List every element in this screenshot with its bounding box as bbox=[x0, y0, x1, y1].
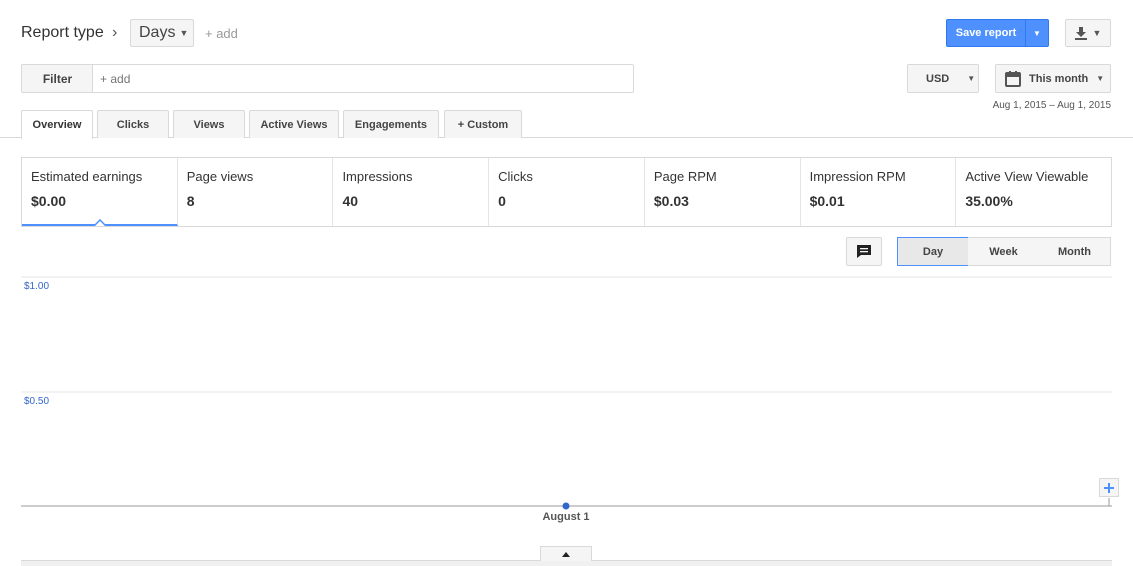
collapse-chart-button[interactable] bbox=[540, 546, 592, 561]
save-report-button[interactable]: Save report ▼ bbox=[946, 19, 1049, 47]
zoom-button[interactable] bbox=[1099, 478, 1119, 497]
tab-custom[interactable]: + Custom bbox=[444, 110, 522, 138]
caret-down-icon: ▼ bbox=[1096, 74, 1105, 83]
metric-value: $0.01 bbox=[809, 193, 845, 209]
metric-active-view-viewable[interactable]: Active View Viewable 35.00% bbox=[956, 158, 1111, 226]
selected-pointer-icon bbox=[94, 219, 106, 226]
breadcrumb-chevron-icon: › bbox=[112, 24, 118, 41]
report-type-label: Report type bbox=[21, 24, 104, 41]
tabs-divider bbox=[0, 137, 1133, 138]
metric-impression-rpm[interactable]: Impression RPM $0.01 bbox=[801, 158, 957, 226]
metric-label: Estimated earnings bbox=[31, 169, 143, 184]
metric-clicks[interactable]: Clicks 0 bbox=[489, 158, 645, 226]
date-range-label: This month bbox=[1029, 72, 1089, 85]
comment-icon bbox=[857, 245, 871, 258]
dimension-dropdown[interactable]: Days ▼ bbox=[130, 19, 194, 47]
download-icon bbox=[1074, 26, 1087, 40]
metric-value: 40 bbox=[342, 193, 359, 209]
granularity-day-button[interactable]: Day bbox=[897, 237, 969, 266]
filter-button[interactable]: Filter bbox=[21, 64, 93, 93]
tab-views[interactable]: Views bbox=[173, 110, 245, 138]
metric-value: 8 bbox=[186, 193, 195, 209]
metric-label: Page views bbox=[186, 169, 254, 184]
tab-engagements[interactable]: Engagements bbox=[343, 110, 439, 138]
tab-clicks[interactable]: Clicks bbox=[97, 110, 169, 138]
caret-up-icon bbox=[562, 551, 570, 557]
tab-active-views[interactable]: Active Views bbox=[249, 110, 339, 138]
caret-down-icon: ▼ bbox=[967, 74, 976, 83]
metric-impressions[interactable]: Impressions 40 bbox=[333, 158, 490, 226]
add-dimension-link[interactable]: + add bbox=[205, 26, 238, 41]
metric-page-views[interactable]: Page views 8 bbox=[178, 158, 334, 226]
currency-dropdown[interactable]: USD ▼ bbox=[907, 64, 979, 93]
caret-down-icon: ▼ bbox=[179, 28, 189, 38]
granularity-week-button[interactable]: Week bbox=[968, 237, 1040, 266]
data-point[interactable] bbox=[562, 502, 570, 510]
download-button[interactable]: ▼ bbox=[1065, 19, 1111, 47]
metrics-scorecard: Estimated earnings $0.00 Page views 8 Im… bbox=[21, 157, 1112, 227]
granularity-month-button[interactable]: Month bbox=[1039, 237, 1111, 266]
metric-label: Impressions bbox=[342, 169, 413, 184]
filter-input[interactable] bbox=[92, 64, 634, 93]
metric-label: Page RPM bbox=[653, 169, 717, 184]
caret-down-icon: ▼ bbox=[1092, 28, 1102, 38]
save-report-label: Save report bbox=[955, 27, 1017, 39]
calendar-icon bbox=[1005, 70, 1021, 87]
tab-overview[interactable]: Overview bbox=[21, 110, 93, 139]
metric-value: 35.00% bbox=[965, 193, 1013, 209]
save-options-caret-icon[interactable]: ▼ bbox=[1026, 29, 1048, 38]
dimension-label: Days bbox=[139, 24, 176, 41]
metric-label: Impression RPM bbox=[809, 169, 906, 184]
metric-label: Active View Viewable bbox=[965, 169, 1089, 184]
date-range-text: Aug 1, 2015 – Aug 1, 2015 bbox=[992, 100, 1111, 111]
metric-page-rpm[interactable]: Page RPM $0.03 bbox=[645, 158, 801, 226]
metric-value: 0 bbox=[498, 193, 506, 209]
y-tick-label: $1.00 bbox=[24, 281, 49, 292]
metric-label: Clicks bbox=[498, 169, 533, 184]
plus-icon bbox=[1104, 482, 1114, 493]
y-tick-label: $0.50 bbox=[24, 396, 49, 407]
metric-value: $0.00 bbox=[31, 193, 67, 209]
annotation-button[interactable] bbox=[846, 237, 882, 266]
x-tick-label: August 1 bbox=[542, 511, 589, 523]
metric-value: $0.03 bbox=[653, 193, 689, 209]
earnings-line-chart: $1.00 $0.50 August 1 bbox=[21, 276, 1112, 523]
date-range-dropdown[interactable]: This month ▼ bbox=[995, 64, 1111, 93]
metric-estimated-earnings[interactable]: Estimated earnings $0.00 bbox=[22, 158, 178, 226]
currency-label: USD bbox=[926, 72, 950, 85]
